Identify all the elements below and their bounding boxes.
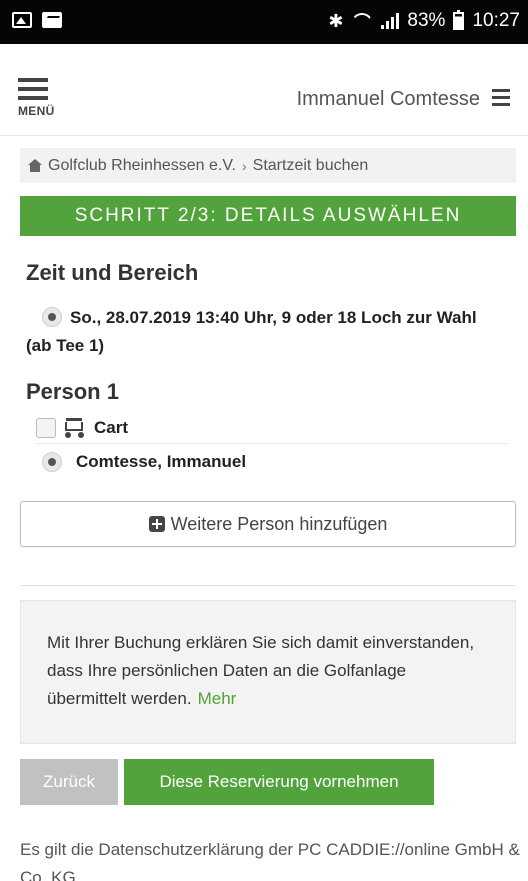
image-icon bbox=[12, 12, 32, 28]
breadcrumb-separator: › bbox=[241, 157, 247, 174]
cart-option[interactable]: Cart bbox=[36, 412, 508, 444]
reserve-button[interactable]: Diese Reservierung vornehmen bbox=[124, 759, 434, 805]
more-link[interactable]: Mehr bbox=[198, 689, 237, 708]
time-option-label: So., 28.07.2019 13:40 Uhr, 9 oder 18 Loc… bbox=[26, 308, 477, 355]
menu-button[interactable]: MENÜ bbox=[18, 78, 54, 118]
bluetooth-icon: ✱ bbox=[328, 10, 344, 31]
consent-text: Mit Ihrer Buchung erklären Sie sich dami… bbox=[47, 633, 475, 708]
breadcrumb-item-current: Startzeit buchen bbox=[252, 156, 369, 174]
time-radio[interactable] bbox=[42, 307, 62, 328]
clock: 10:27 bbox=[472, 10, 520, 31]
add-person-button[interactable]: Weitere Person hinzufügen bbox=[20, 501, 516, 547]
breadcrumb: Golfclub Rheinhessen e.V. › Startzeit bu… bbox=[20, 148, 516, 183]
wifi-icon bbox=[351, 13, 374, 29]
activity-icon bbox=[42, 12, 62, 28]
cart-label: Cart bbox=[94, 417, 129, 437]
golf-cart-icon bbox=[64, 417, 86, 438]
person-section-title: Person 1 bbox=[26, 379, 119, 404]
person-name: Comtesse, Immanuel bbox=[76, 452, 247, 471]
privacy-note: Es gilt die Datenschutzerklärung der PC … bbox=[20, 840, 520, 881]
status-bar: ✱ 83% 10:27 bbox=[0, 0, 528, 44]
status-left bbox=[12, 12, 62, 28]
status-right: ✱ 83% 10:27 bbox=[328, 10, 520, 32]
user-menu-icon[interactable] bbox=[492, 89, 510, 110]
hamburger-icon bbox=[18, 78, 54, 100]
battery-percent: 83% bbox=[407, 10, 446, 31]
time-section-title: Zeit und Bereich bbox=[26, 260, 199, 285]
breadcrumb-item-club[interactable]: Golfclub Rheinhessen e.V. bbox=[48, 157, 236, 175]
back-button[interactable]: Zurück bbox=[20, 759, 118, 805]
person-option[interactable]: Comtesse, Immanuel bbox=[42, 452, 246, 472]
menu-label: MENÜ bbox=[18, 104, 55, 118]
person-radio[interactable] bbox=[42, 452, 62, 472]
time-option[interactable]: So., 28.07.2019 13:40 Uhr, 9 oder 18 Loc… bbox=[26, 304, 506, 360]
add-person-label: Weitere Person hinzufügen bbox=[170, 513, 388, 534]
app-header: MENÜ Immanuel Comtesse bbox=[0, 44, 528, 136]
cart-checkbox[interactable] bbox=[36, 417, 56, 438]
divider bbox=[20, 585, 516, 586]
user-name[interactable]: Immanuel Comtesse bbox=[297, 88, 480, 111]
plus-square-icon bbox=[148, 516, 165, 532]
battery-icon bbox=[453, 10, 465, 30]
consent-notice: Mit Ihrer Buchung erklären Sie sich dami… bbox=[20, 600, 516, 744]
home-icon[interactable] bbox=[28, 158, 42, 173]
signal-icon bbox=[381, 13, 400, 29]
step-banner: SCHRITT 2/3: DETAILS AUSWÄHLEN bbox=[20, 196, 516, 236]
